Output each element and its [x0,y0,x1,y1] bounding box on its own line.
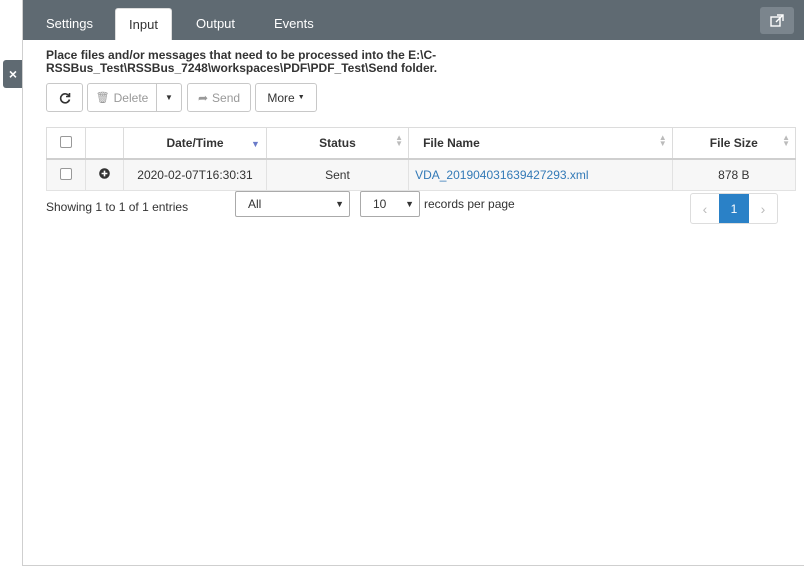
pagination: ‹ 1 › [690,193,778,224]
cell-status: Sent [265,158,410,191]
chevron-left-icon: ‹ [702,200,708,217]
cell-filesize: 878 B [671,158,797,191]
select-all-header [46,127,86,160]
column-header-filesize[interactable]: File Size ▲ ▼ [671,127,797,160]
filter-select[interactable]: All ▼ [235,191,350,217]
external-link-icon [770,13,784,27]
caret-down-icon: ▼ [297,94,305,101]
trash-icon: 🗑 [95,92,110,104]
share-icon: ➦ [197,90,209,105]
row-checkbox-cell [46,158,86,191]
tab-output[interactable]: Output [182,8,249,40]
filename-link[interactable]: VDA_201904031639427293.xml [415,168,588,182]
send-button[interactable]: ➦ Send [187,83,251,112]
column-header-filename[interactable]: File Name ▲ ▼ [408,127,673,160]
records-per-page-label: records per page [424,197,515,211]
column-header-filesize-label: File Size [709,136,758,150]
next-page-button[interactable]: › [749,194,777,223]
tab-events[interactable]: Events [260,8,328,40]
folder-description: Place files and/or messages that need to… [46,48,438,75]
popout-button[interactable] [760,7,794,34]
page-size-value: 10 [373,197,387,211]
panel: Settings Input Output Events Place files… [22,0,804,566]
column-header-datetime[interactable]: Date/Time ▼ [123,127,267,160]
delete-button[interactable]: 🗑 Delete [87,83,157,112]
refresh-button[interactable] [46,83,83,112]
more-button-label: More [267,90,295,105]
plus-circle-icon[interactable] [99,168,110,179]
table-header-row: Date/Time ▼ Status ▲ ▼ File Name ▲ ▼ File … [46,127,797,160]
row-checkbox[interactable] [59,167,72,180]
caret-down-icon: ▼ [335,199,344,209]
column-header-filename-label: File Name [423,136,480,150]
close-panel-button[interactable]: × [3,60,23,88]
sort-icon: ▲ ▼ [395,133,404,148]
sort-desc-icon: ▼ [250,139,260,149]
caret-down-icon: ▼ [405,199,414,209]
send-button-label: Send [212,90,241,105]
row-expand-cell [84,158,125,191]
sort-icon: ▲ ▼ [658,133,667,148]
column-header-status[interactable]: Status ▲ ▼ [265,127,410,160]
delete-button-label: Delete [113,90,149,105]
column-header-status-label: Status [319,136,356,150]
expand-header [84,127,125,160]
sort-icon: ▲ ▼ [782,133,790,148]
files-table: Date/Time ▼ Status ▲ ▼ File Name ▲ ▼ File … [46,127,797,191]
more-button[interactable]: More ▼ [255,83,317,112]
column-header-datetime-label: Date/Time [166,136,224,150]
close-icon: × [8,66,18,82]
delete-dropdown-button[interactable]: ▼ [156,83,182,112]
entries-info: Showing 1 to 1 of 1 entries [46,200,189,214]
cell-datetime: 2020-02-07T16:30:31 [123,158,267,191]
refresh-icon [59,92,70,104]
cell-filename: VDA_201904031639427293.xml [408,158,673,191]
select-all-checkbox[interactable] [59,135,72,148]
tab-settings[interactable]: Settings [32,8,107,40]
filter-select-value: All [248,197,262,211]
chevron-right-icon: › [760,200,766,217]
table-row: 2020-02-07T16:30:31 Sent VDA_20190403163… [46,158,797,191]
tab-input[interactable]: Input [115,8,172,40]
caret-down-icon: ▼ [165,93,173,102]
page-button-current[interactable]: 1 [719,194,749,223]
page-size-select[interactable]: 10 ▼ [360,191,420,217]
previous-page-button[interactable]: ‹ [691,194,719,223]
tab-bar: Settings Input Output Events [23,0,804,40]
